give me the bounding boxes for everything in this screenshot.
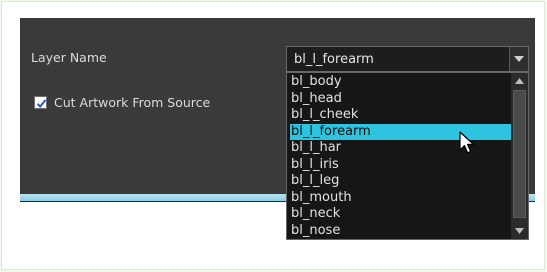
dropdown-option[interactable]: bl_mouth [290,190,511,207]
layer-name-value: bl_l_forearm [294,52,374,67]
dropdown-option[interactable]: bl_l_leg [290,173,511,190]
scroll-up-button[interactable] [511,73,528,89]
checkmark-icon [36,99,47,108]
layer-name-dropdown-list[interactable]: bl_body bl_head bl_l_cheek bl_l_forearm … [286,72,529,240]
dropdown-option[interactable]: bl_body [290,74,511,91]
dropdown-scrollbar[interactable] [511,73,528,239]
scrollbar-thumb[interactable] [513,90,526,218]
chevron-down-icon [514,56,524,62]
dropdown-option[interactable]: bl_l_iris [290,157,511,174]
dropdown-option[interactable]: bl_l_cheek [290,107,511,124]
mouse-cursor-icon [459,131,475,154]
layer-name-combo[interactable]: bl_l_forearm [286,46,529,72]
combo-dropdown-button[interactable] [509,47,528,71]
layer-name-label: Layer Name [31,50,107,65]
dropdown-option[interactable]: bl_nose [290,223,511,240]
cut-artwork-label[interactable]: Cut Artwork From Source [54,95,210,111]
dropdown-option[interactable]: bl_l_har [290,140,511,157]
scroll-up-arrow-icon [515,78,524,84]
dropdown-option[interactable]: bl_neck [290,206,511,223]
dropdown-option-selected[interactable]: bl_l_forearm [290,123,511,140]
dropdown-option[interactable]: bl_head [290,91,511,108]
scroll-down-arrow-icon [515,228,524,234]
cut-artwork-checkbox[interactable] [34,96,47,109]
scroll-down-button[interactable] [511,223,528,239]
